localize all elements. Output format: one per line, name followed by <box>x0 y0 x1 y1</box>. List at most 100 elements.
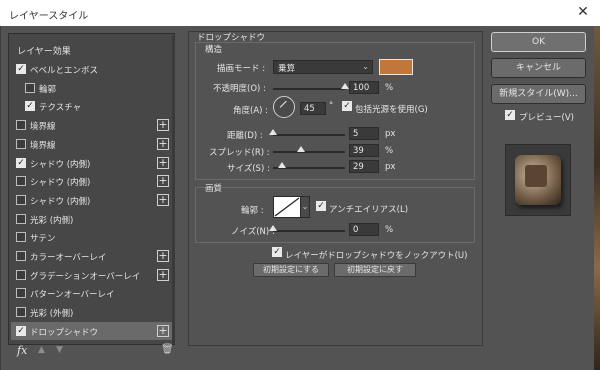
distance-slider[interactable] <box>269 129 345 136</box>
noise-unit: % <box>385 225 394 235</box>
style-item[interactable]: 光彩 (内側) <box>11 210 173 228</box>
style-item[interactable]: 境界線 + <box>11 116 173 134</box>
chevron-down-icon: ⌄ <box>362 62 369 71</box>
style-item[interactable]: グラデーションオーバーレイ + <box>11 266 173 284</box>
global-light-checkbox[interactable]: ✓ <box>342 101 352 111</box>
style-item-label: 境界線 <box>30 122 56 133</box>
style-item[interactable]: ✓ テクスチャ <box>11 97 173 115</box>
opacity-slider-handle[interactable] <box>341 83 349 89</box>
style-item-checkbox[interactable] <box>16 194 26 205</box>
angle-input[interactable]: 45 <box>300 102 326 115</box>
ok-button[interactable]: OK <box>491 32 586 52</box>
style-item[interactable]: サテン <box>11 228 173 246</box>
opacity-unit: % <box>385 83 394 93</box>
style-item-label: サテン <box>30 234 56 245</box>
structure-title: 構造 <box>205 45 223 55</box>
trash-icon[interactable]: 🗑 <box>161 344 174 355</box>
style-item[interactable]: 輪郭 <box>11 79 173 97</box>
size-input[interactable]: 29 <box>349 160 379 173</box>
move-down-icon[interactable]: ▼ <box>56 345 63 355</box>
noise-slider[interactable] <box>269 225 345 232</box>
distance-slider-handle[interactable] <box>269 129 277 135</box>
style-item-checkbox[interactable] <box>25 82 35 93</box>
contour-dropdown[interactable]: ⌄ <box>300 196 310 218</box>
style-item-checkbox[interactable] <box>16 269 26 280</box>
style-item-label: シャドウ (内側) <box>30 178 91 189</box>
close-icon[interactable]: ✕ <box>574 3 592 21</box>
style-item-checkbox[interactable] <box>16 120 26 131</box>
distance-input[interactable]: 5 <box>349 127 379 140</box>
add-effect-icon[interactable]: + <box>157 324 169 337</box>
add-effect-icon[interactable]: + <box>157 175 169 188</box>
knockout-checkbox[interactable]: ✓ <box>272 247 282 257</box>
cancel-button[interactable]: キャンセル <box>491 58 586 78</box>
style-item-checkbox[interactable]: ✓ <box>16 325 26 336</box>
contour-curve-icon <box>274 197 300 217</box>
spread-slider-handle[interactable] <box>297 146 306 152</box>
angle-unit: ° <box>329 101 334 111</box>
style-item-label: パターンオーバーレイ <box>30 290 115 301</box>
preview-label: プレビュー(V) <box>519 113 574 123</box>
style-item-label: シャドウ (内側) <box>30 196 91 207</box>
noise-input[interactable]: 0 <box>349 223 379 236</box>
style-item-checkbox[interactable]: ✓ <box>16 157 26 168</box>
shadow-color-swatch[interactable] <box>379 59 413 75</box>
style-item-checkbox[interactable] <box>16 232 26 243</box>
style-item-label: テクスチャ <box>39 103 82 114</box>
blend-mode-label: 描画モード : <box>217 64 266 74</box>
style-preview-thumbnail <box>505 144 571 216</box>
style-item[interactable]: ✓ ベベルとエンボス <box>11 60 173 78</box>
size-slider[interactable] <box>273 162 345 169</box>
angle-dial[interactable] <box>273 96 295 118</box>
style-item-label: 輪郭 <box>39 84 57 95</box>
add-effect-icon[interactable]: + <box>157 193 169 206</box>
styles-footer: fx ▲ ▼ 🗑 <box>8 341 175 361</box>
style-item-checkbox[interactable] <box>16 138 26 149</box>
global-light-label: 包括光源を使用(G) <box>355 105 428 115</box>
new-style-button[interactable]: 新規スタイル(W)... <box>491 84 586 104</box>
move-up-icon[interactable]: ▲ <box>38 345 45 355</box>
opacity-slider[interactable] <box>273 83 349 90</box>
style-item[interactable]: シャドウ (内側) + <box>11 172 173 190</box>
styles-scrollbar[interactable] <box>172 35 175 344</box>
size-slider-handle[interactable] <box>277 162 286 168</box>
style-item[interactable]: 光彩 (外側) <box>11 303 173 321</box>
style-item-checkbox[interactable] <box>16 176 26 187</box>
add-effect-icon[interactable]: + <box>157 156 169 169</box>
spread-unit: % <box>385 146 394 156</box>
blend-mode-select[interactable]: 乗算 ⌄ <box>273 60 373 74</box>
style-item-checkbox[interactable]: ✓ <box>16 64 26 74</box>
spread-input[interactable]: 39 <box>349 144 379 157</box>
style-item-checkbox[interactable] <box>16 307 26 318</box>
size-label: サイズ(S) : <box>227 164 270 174</box>
style-item-label: 境界線 <box>30 140 56 151</box>
style-item[interactable]: ✓ シャドウ (内側) + <box>11 154 173 172</box>
fx-menu-icon[interactable]: fx <box>17 344 27 357</box>
style-item-checkbox[interactable] <box>16 288 26 299</box>
style-item[interactable]: カラーオーバーレイ + <box>11 247 173 265</box>
noise-slider-handle[interactable] <box>269 225 277 231</box>
style-item[interactable]: パターンオーバーレイ <box>11 284 173 302</box>
angle-label: 角度(A) : <box>233 106 269 116</box>
reset-default-button[interactable]: 初期設定に戻す <box>334 263 416 277</box>
style-item[interactable]: ✓ ドロップシャドウ + <box>11 321 173 340</box>
blend-mode-value: 乗算 <box>278 64 296 74</box>
style-item-checkbox[interactable] <box>16 251 26 261</box>
add-effect-icon[interactable]: + <box>157 137 169 150</box>
style-item[interactable]: 境界線 + <box>11 135 173 153</box>
opacity-input[interactable]: 100 <box>349 81 379 94</box>
add-effect-icon[interactable]: + <box>157 250 169 262</box>
preview-checkbox[interactable]: ✓ <box>505 110 515 120</box>
antialias-checkbox[interactable]: ✓ <box>316 201 326 211</box>
style-item-checkbox[interactable] <box>16 213 26 224</box>
add-effect-icon[interactable]: + <box>157 119 169 132</box>
add-effect-icon[interactable]: + <box>157 268 169 281</box>
style-item[interactable]: シャドウ (内側) + <box>11 191 173 209</box>
spread-label: スプレッド(R) : <box>209 148 270 158</box>
layer-effects-header[interactable]: レイヤー効果 <box>17 44 71 57</box>
style-item-checkbox[interactable]: ✓ <box>25 101 35 112</box>
make-default-button[interactable]: 初期設定にする <box>253 263 329 277</box>
style-item-label: グラデーションオーバーレイ <box>30 271 141 282</box>
contour-picker[interactable] <box>273 196 301 218</box>
spread-slider[interactable] <box>273 146 345 153</box>
